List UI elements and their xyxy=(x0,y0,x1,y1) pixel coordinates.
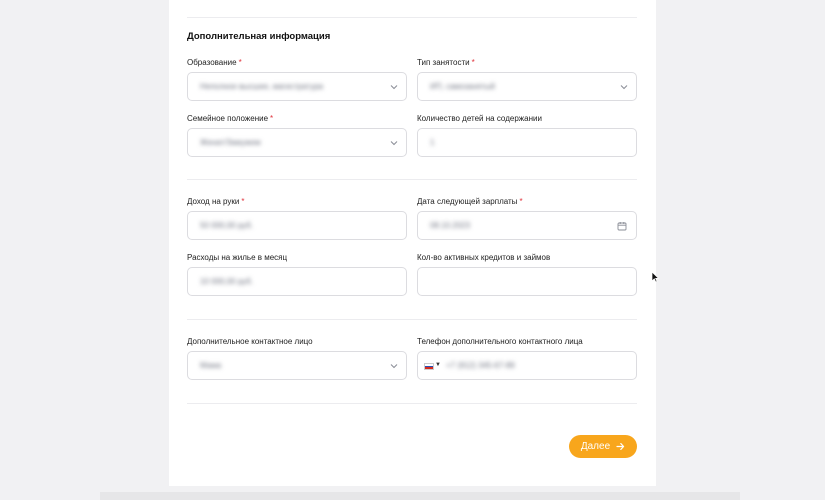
marital-field: Семейное положение * Женат/Замужем xyxy=(187,114,407,157)
arrow-right-icon xyxy=(616,443,625,450)
divider xyxy=(187,319,637,320)
required-mark: * xyxy=(471,58,475,67)
form-card: Дополнительная информация Образование * Н… xyxy=(169,0,656,486)
contact-phone-field: Телефон дополнительного контактного лица… xyxy=(417,337,637,380)
chevron-down-icon xyxy=(390,364,398,369)
contact-phone-label: Телефон дополнительного контактного лица xyxy=(417,337,583,346)
education-field: Образование * Неполное высшее, магистрату… xyxy=(187,58,407,101)
credits-label: Кол-во активных кредитов и займов xyxy=(417,253,551,262)
income-input[interactable]: 50 000,00 руб. xyxy=(187,211,407,240)
contact-person-field: Дополнительное контактное лицо Мама xyxy=(187,337,407,380)
children-field: Количество детей на содержании 1 xyxy=(417,114,637,157)
chevron-down-icon xyxy=(620,85,628,90)
education-value: Неполное высшее, магистратура xyxy=(200,82,324,91)
income-field: Доход на руки * 50 000,00 руб. xyxy=(187,197,407,240)
next-salary-label: Дата следующей зарплаты xyxy=(417,197,518,206)
russia-flag-icon[interactable] xyxy=(424,363,434,370)
housing-label: Расходы на жилье в месяц xyxy=(187,253,288,262)
section-title: Дополнительная информация xyxy=(187,31,331,42)
next-button[interactable]: Далее xyxy=(569,435,637,458)
marital-value: Женат/Замужем xyxy=(200,138,261,147)
contact-phone-value: +7 (912) 345-67-89 xyxy=(446,361,515,370)
marital-label: Семейное положение xyxy=(187,114,269,123)
children-label: Количество детей на содержании xyxy=(417,114,542,123)
required-mark: * xyxy=(270,114,274,123)
employment-value: ИП, самозанятый xyxy=(430,82,496,91)
divider xyxy=(187,17,637,18)
mouse-cursor-icon xyxy=(651,271,659,283)
next-salary-date-input[interactable]: 08.10.2023 xyxy=(417,211,637,240)
contact-person-select[interactable]: Мама xyxy=(187,351,407,380)
credits-field: Кол-во активных кредитов и займов xyxy=(417,253,637,296)
next-button-label: Далее xyxy=(580,441,611,452)
required-mark: * xyxy=(519,197,523,206)
next-salary-field: Дата следующей зарплаты * 08.10.2023 xyxy=(417,197,637,240)
page-bottom-edge xyxy=(100,492,740,500)
employment-label: Тип занятости xyxy=(417,58,470,67)
education-select[interactable]: Неполное высшее, магистратура xyxy=(187,72,407,101)
income-label: Доход на руки xyxy=(187,197,240,206)
next-salary-value: 08.10.2023 xyxy=(430,221,471,230)
divider xyxy=(187,179,637,180)
children-value: 1 xyxy=(430,138,435,147)
income-value: 50 000,00 руб. xyxy=(200,221,254,230)
children-input[interactable]: 1 xyxy=(417,128,637,157)
chevron-down-icon xyxy=(390,141,398,146)
housing-field: Расходы на жилье в месяц 10 000,00 руб. xyxy=(187,253,407,296)
credits-input[interactable] xyxy=(417,267,637,296)
calendar-icon[interactable] xyxy=(617,221,627,231)
employment-select[interactable]: ИП, самозанятый xyxy=(417,72,637,101)
divider xyxy=(187,403,637,404)
required-mark: * xyxy=(241,197,245,206)
contact-person-value: Мама xyxy=(200,361,222,370)
contact-phone-input[interactable]: ▼ +7 (912) 345-67-89 xyxy=(417,351,637,380)
marital-select[interactable]: Женат/Замужем xyxy=(187,128,407,157)
caret-down-icon[interactable]: ▼ xyxy=(435,362,441,368)
housing-value: 10 000,00 руб. xyxy=(200,277,254,286)
contact-person-label: Дополнительное контактное лицо xyxy=(187,337,313,346)
employment-field: Тип занятости * ИП, самозанятый xyxy=(417,58,637,101)
required-mark: * xyxy=(238,58,242,67)
housing-input[interactable]: 10 000,00 руб. xyxy=(187,267,407,296)
education-label: Образование xyxy=(187,58,237,67)
chevron-down-icon xyxy=(390,85,398,90)
